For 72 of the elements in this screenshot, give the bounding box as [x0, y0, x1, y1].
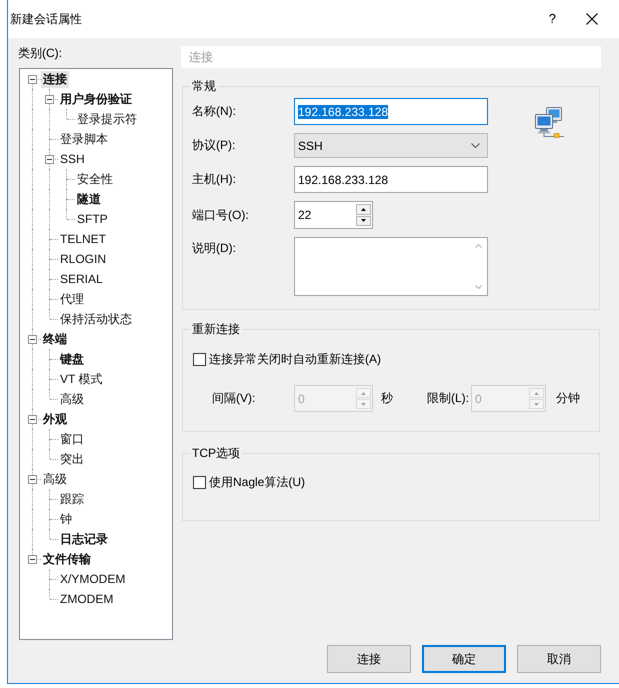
- tree-item[interactable]: TELNET: [58, 230, 108, 248]
- tree-item[interactable]: 隧道: [75, 190, 103, 208]
- field-label: 名称(N):: [192, 103, 237, 120]
- expander-icon[interactable]: [28, 75, 37, 84]
- tree-item[interactable]: 日志记录: [58, 530, 110, 548]
- window-title: 新建会话属性: [10, 11, 82, 27]
- tree-item[interactable]: 窗口: [58, 430, 86, 448]
- unit-label: 分钟: [556, 390, 580, 407]
- tree-item[interactable]: 保持活动状态: [58, 310, 134, 328]
- tree-item[interactable]: 登录脚本: [58, 130, 110, 148]
- up-triangle-icon: [534, 392, 539, 394]
- number-field[interactable]: 22: [294, 201, 373, 229]
- tree-item[interactable]: X/YMODEM: [58, 570, 128, 588]
- text-field[interactable]: 192.168.233.128: [294, 166, 488, 193]
- dialog-button[interactable]: 确定: [422, 645, 506, 673]
- dialog-button[interactable]: 取消: [517, 645, 601, 673]
- panel-title: 连接: [181, 46, 601, 68]
- tree-item[interactable]: 代理: [58, 290, 86, 308]
- tree-item[interactable]: 高级: [41, 470, 69, 488]
- tree-item[interactable]: SERIAL: [58, 270, 105, 288]
- dialog-button[interactable]: 连接: [327, 645, 411, 673]
- tree-item[interactable]: 键盘: [58, 350, 86, 368]
- tree-item[interactable]: RLOGIN: [58, 250, 108, 268]
- field-label: 主机(H):: [192, 171, 237, 188]
- up-triangle-icon: [361, 208, 366, 211]
- tree-item[interactable]: 登录提示符: [75, 110, 139, 128]
- expander-icon[interactable]: [28, 555, 37, 564]
- field-label: 说明(D):: [192, 240, 237, 257]
- tree-item[interactable]: VT 模式: [58, 370, 104, 388]
- chevron-down-icon: [471, 143, 480, 148]
- networked-computers-icon: [533, 106, 565, 138]
- expander-icon[interactable]: [45, 95, 54, 104]
- up-triangle-icon: [361, 392, 366, 394]
- unit-label: 秒: [381, 390, 393, 407]
- down-triangle-icon: [534, 402, 539, 406]
- tree-item[interactable]: 外观: [41, 410, 69, 428]
- tree-item[interactable]: 文件传输: [41, 550, 93, 568]
- group-title: TCP选项: [191, 445, 241, 461]
- down-triangle-icon: [361, 219, 366, 222]
- group-title: 重新连接: [191, 321, 241, 337]
- tree-item[interactable]: 高级: [58, 390, 86, 408]
- dropdown[interactable]: SSH: [294, 133, 488, 158]
- checkbox-label[interactable]: 使用Nagle算法(U): [209, 474, 306, 490]
- expander-icon[interactable]: [28, 475, 37, 484]
- category-label: 类别(C):: [18, 45, 63, 62]
- tree-item[interactable]: 连接: [41, 70, 69, 88]
- field-label: 限制(L):: [427, 390, 470, 407]
- tree-item[interactable]: SSH: [58, 150, 87, 168]
- field-label: 协议(P):: [192, 137, 236, 154]
- checkbox-label[interactable]: 连接异常关闭时自动重新连接(A): [209, 350, 381, 368]
- help-button[interactable]: ?: [548, 11, 556, 27]
- expander-icon[interactable]: [28, 335, 37, 344]
- tree-item[interactable]: 终端: [41, 330, 69, 348]
- tree-item[interactable]: 跟踪: [58, 490, 86, 508]
- spin-down-button[interactable]: [356, 216, 371, 226]
- tree-item[interactable]: ZMODEM: [58, 590, 116, 608]
- spin-up-button[interactable]: [356, 204, 371, 214]
- group-title: 常规: [191, 78, 217, 94]
- tree-item[interactable]: 突出: [58, 450, 86, 468]
- tree-item[interactable]: 安全性: [75, 170, 115, 188]
- tree-item[interactable]: 钟: [58, 510, 74, 528]
- down-triangle-icon: [361, 402, 366, 406]
- tree-item[interactable]: SFTP: [75, 210, 110, 228]
- expander-icon[interactable]: [45, 155, 54, 164]
- tree-item[interactable]: 用户身份验证: [58, 90, 134, 108]
- text-field[interactable]: 192.168.233.128: [294, 98, 488, 125]
- checkbox[interactable]: [193, 476, 206, 488]
- checkbox[interactable]: [193, 352, 206, 366]
- field-label: 端口号(O):: [192, 206, 250, 224]
- expander-icon[interactable]: [28, 415, 37, 424]
- close-icon[interactable]: [586, 13, 598, 25]
- field-label: 间隔(V):: [212, 390, 256, 407]
